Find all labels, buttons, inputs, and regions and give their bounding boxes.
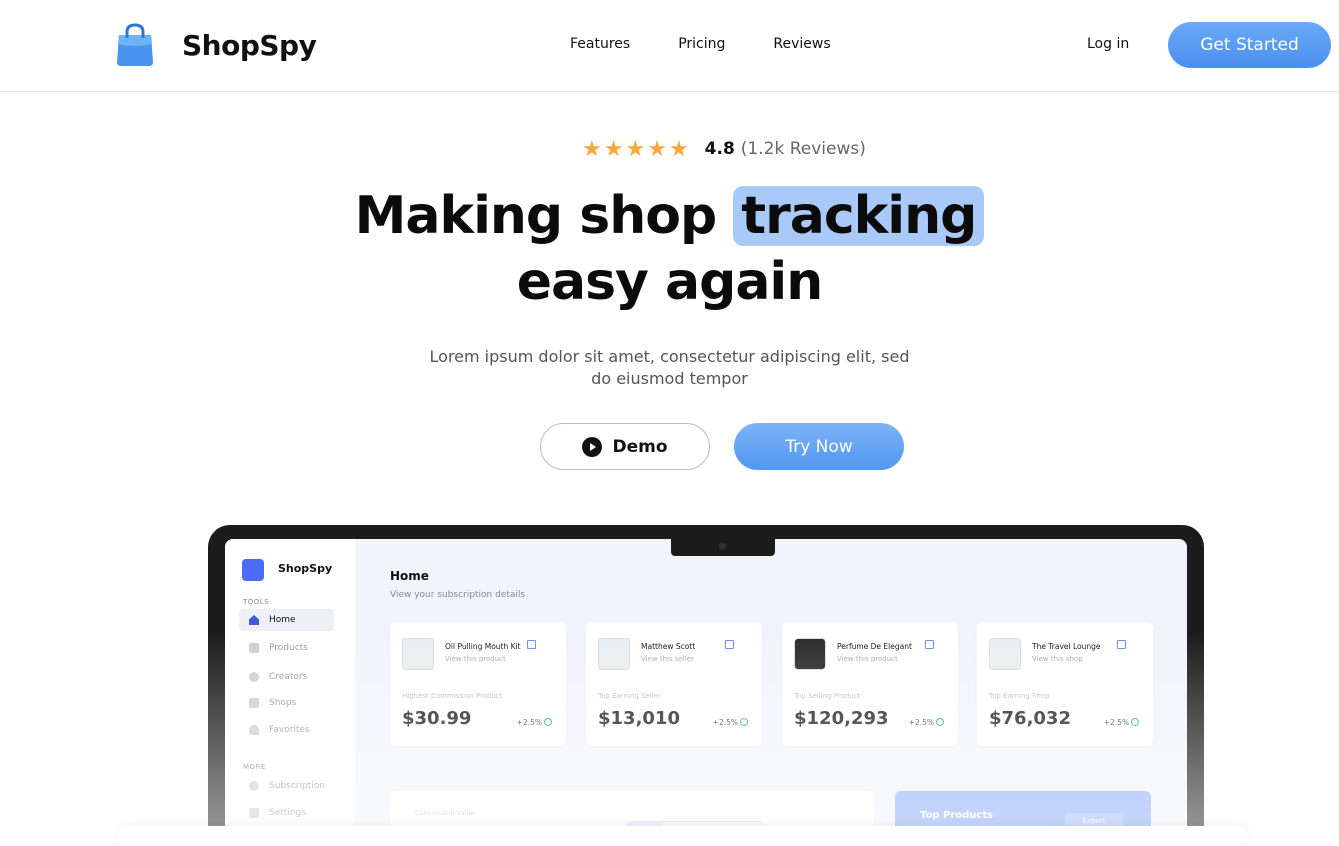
trend-up-icon bbox=[1131, 718, 1139, 726]
card-metric: Top Earning Shop bbox=[989, 692, 1050, 700]
demo-label: Demo bbox=[612, 436, 668, 457]
external-link-icon[interactable] bbox=[725, 640, 734, 649]
card-name: The Travel Lounge bbox=[1032, 642, 1101, 651]
card-name: Oil Pulling Mouth Kit bbox=[445, 642, 521, 651]
card-link[interactable]: View this seller bbox=[641, 655, 694, 663]
seller-avatar bbox=[598, 638, 630, 670]
top-products-title: Top Products bbox=[920, 810, 994, 821]
subtitle-line2: do eiusmod tempor bbox=[591, 369, 748, 388]
stat-card[interactable]: Perfume De Elegant View this product Top… bbox=[782, 622, 958, 746]
star-icon: ★ bbox=[582, 136, 602, 161]
trend-up-icon bbox=[936, 718, 944, 726]
sidebar-section-tools: TOOLS bbox=[243, 598, 270, 606]
trend-up-icon bbox=[740, 718, 748, 726]
nav-reviews[interactable]: Reviews bbox=[773, 36, 830, 52]
shop-icon bbox=[249, 698, 259, 708]
settings-icon bbox=[249, 808, 259, 818]
sidebar-item-shops[interactable]: Shops bbox=[239, 692, 334, 714]
card-link[interactable]: View this product bbox=[837, 655, 898, 663]
main-nav: Features Pricing Reviews bbox=[570, 36, 879, 52]
sidebar-item-creators[interactable]: Creators bbox=[239, 666, 334, 688]
star-icon: ★ bbox=[647, 136, 667, 161]
card-change: +2.5% bbox=[909, 718, 944, 727]
dashboard-subtitle: View your subscription details bbox=[390, 590, 526, 600]
card-metric: Top Selling Product bbox=[794, 692, 861, 700]
review-count: (1.2k Reviews) bbox=[740, 139, 866, 159]
home-icon bbox=[249, 615, 259, 625]
external-link-icon[interactable] bbox=[925, 640, 934, 649]
card-metric: Highest Commission Product bbox=[402, 692, 503, 700]
star-rating: ★ ★ ★ ★ ★ bbox=[582, 138, 691, 160]
stat-card[interactable]: The Travel Lounge View this shop Top Ear… bbox=[977, 622, 1153, 746]
dashboard-title: Home bbox=[390, 569, 429, 583]
card-name: Matthew Scott bbox=[641, 642, 696, 651]
card-link[interactable]: View this shop bbox=[1032, 655, 1083, 663]
external-link-icon[interactable] bbox=[527, 640, 536, 649]
card-name: Perfume De Elegant bbox=[837, 642, 912, 651]
trend-up-icon bbox=[544, 718, 552, 726]
card-metric: Top Earning Seller bbox=[598, 692, 661, 700]
laptop-mockup: ShopSpy TOOLS Home Products Creators Sho… bbox=[208, 525, 1204, 845]
rating-value: 4.8 bbox=[704, 139, 735, 159]
nav-pricing[interactable]: Pricing bbox=[678, 36, 725, 52]
sidebar-item-subscription[interactable]: Subscription bbox=[239, 775, 334, 797]
card-value: $13,010 bbox=[598, 708, 680, 729]
brand-name: ShopSpy bbox=[182, 28, 317, 62]
heart-icon bbox=[249, 725, 259, 735]
headline-text: Making shop bbox=[354, 186, 734, 246]
subtitle-line1: Lorem ipsum dolor sit amet, consectetur … bbox=[429, 347, 910, 366]
hero-headline: Making shop tracking easy again bbox=[0, 183, 1339, 315]
get-started-button[interactable]: Get Started bbox=[1168, 22, 1331, 68]
external-link-icon[interactable] bbox=[1117, 640, 1126, 649]
hero-subtitle: Lorem ipsum dolor sit amet, consectetur … bbox=[0, 346, 1339, 390]
products-icon bbox=[249, 643, 259, 653]
sidebar-section-more: MORE bbox=[243, 763, 266, 771]
creators-icon bbox=[249, 672, 259, 682]
sidebar-item-home[interactable]: Home bbox=[239, 609, 334, 631]
shop-thumbnail bbox=[989, 638, 1021, 670]
card-change: +2.5% bbox=[517, 718, 552, 727]
try-now-button[interactable]: Try Now bbox=[734, 423, 904, 470]
site-header: ShopSpy Features Pricing Reviews Log in … bbox=[0, 0, 1339, 92]
commission-label: Commission Value bbox=[415, 809, 475, 817]
headline-line2: easy again bbox=[516, 252, 824, 312]
dashboard-logo-icon bbox=[242, 559, 264, 581]
star-icon: ★ bbox=[603, 136, 624, 161]
star-icon: ★ bbox=[668, 136, 689, 161]
sidebar-item-settings[interactable]: Settings bbox=[239, 802, 334, 824]
card-link[interactable]: View this product bbox=[445, 655, 506, 663]
dashboard-brand: ShopSpy bbox=[278, 562, 333, 575]
product-thumbnail bbox=[794, 638, 826, 670]
card-value: $30.99 bbox=[402, 708, 472, 729]
card-value: $120,293 bbox=[794, 708, 889, 729]
dashboard-sidebar: ShopSpy TOOLS Home Products Creators Sho… bbox=[225, 539, 355, 839]
stat-card[interactable]: Oil Pulling Mouth Kit View this product … bbox=[390, 622, 566, 746]
play-icon bbox=[582, 436, 603, 457]
dashboard-screen: ShopSpy TOOLS Home Products Creators Sho… bbox=[225, 539, 1187, 839]
sidebar-item-favorites[interactable]: Favorites bbox=[239, 719, 334, 741]
login-link[interactable]: Log in bbox=[1087, 36, 1129, 52]
subscription-icon bbox=[249, 781, 259, 791]
stat-card[interactable]: Matthew Scott View this seller Top Earni… bbox=[586, 622, 762, 746]
shopping-bag-icon bbox=[112, 22, 158, 68]
star-icon: ★ bbox=[625, 136, 646, 161]
bottom-card-edge bbox=[118, 826, 1248, 846]
camera-notch bbox=[671, 539, 775, 556]
brand-logo[interactable]: ShopSpy bbox=[112, 22, 317, 68]
rating-summary: ★ ★ ★ ★ ★ 4.8 (1.2k Reviews) bbox=[582, 138, 866, 160]
card-change: +2.5% bbox=[713, 718, 748, 727]
demo-button[interactable]: Demo bbox=[540, 423, 710, 470]
product-thumbnail bbox=[402, 638, 434, 670]
sidebar-item-products[interactable]: Products bbox=[239, 637, 334, 659]
card-change: +2.5% bbox=[1104, 718, 1139, 727]
headline-highlight: tracking bbox=[733, 186, 985, 246]
nav-features[interactable]: Features bbox=[570, 36, 630, 52]
card-value: $76,032 bbox=[989, 708, 1071, 729]
